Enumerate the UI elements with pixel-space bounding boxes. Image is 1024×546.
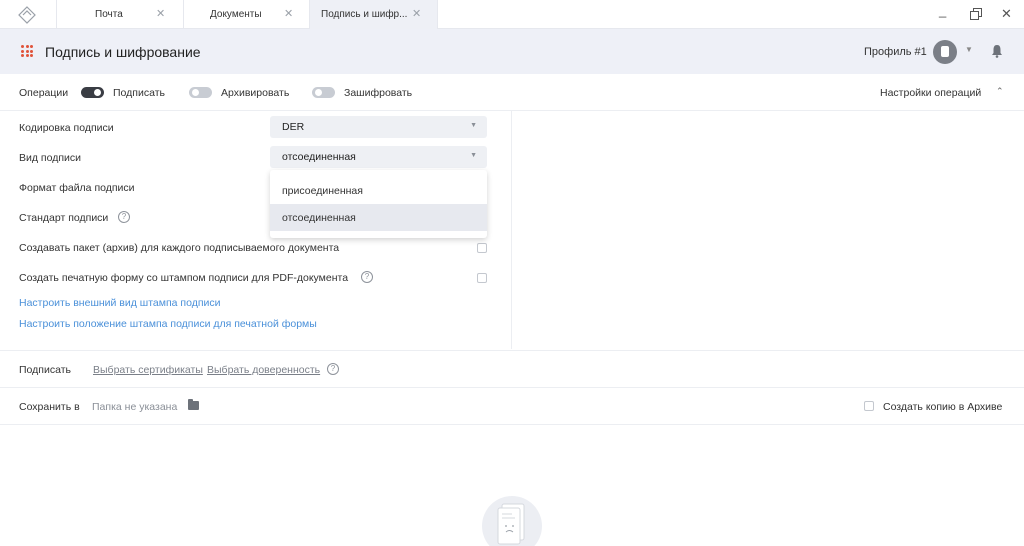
print-form-checkbox[interactable]: [477, 273, 487, 283]
chevron-down-icon[interactable]: ▼: [965, 45, 973, 54]
print-form-label: Создать печатную форму со штампом подпис…: [19, 272, 349, 284]
sign-toggle-label[interactable]: Подписать: [113, 87, 165, 99]
signature-type-dropdown: присоединенная отсоединенная: [270, 170, 487, 238]
stamp-position-link[interactable]: Настроить положение штампа подписи для п…: [19, 318, 317, 330]
app-logo-icon: [18, 6, 36, 24]
signature-type-label: Вид подписи: [19, 152, 82, 164]
chevron-down-icon: ▼: [470, 152, 477, 159]
operations-settings-link[interactable]: Настройки операций: [880, 87, 981, 99]
archive-copy-checkbox[interactable]: [864, 401, 874, 411]
tab-bar: Почта ✕ Документы ✕ Подпись и шифр... ✕ …: [0, 0, 1024, 29]
archive-toggle-label[interactable]: Архивировать: [221, 87, 289, 99]
help-icon[interactable]: ?: [327, 363, 339, 375]
encoding-label: Кодировка подписи: [19, 122, 114, 134]
folder-icon[interactable]: [188, 399, 199, 410]
file-format-label: Формат файла подписи: [19, 182, 135, 194]
option-label: присоединенная: [282, 185, 363, 197]
tab-label: Почта: [95, 9, 123, 20]
minimize-icon[interactable]: _: [939, 3, 946, 18]
chevron-up-icon[interactable]: ⌃: [996, 86, 1004, 97]
encrypt-toggle[interactable]: [312, 87, 335, 98]
sign-toggle[interactable]: [81, 87, 104, 98]
dropdown-option-attached[interactable]: присоединенная: [270, 177, 487, 204]
apps-grid-icon[interactable]: [21, 45, 33, 57]
archive-copy-label[interactable]: Создать копию в Архиве: [883, 401, 1002, 413]
tab-divider: [437, 0, 438, 29]
archive-toggle[interactable]: [189, 87, 212, 98]
sign-row: Подписать Выбрать сертификаты Выбрать до…: [0, 350, 1024, 388]
close-icon[interactable]: ✕: [284, 7, 293, 20]
chevron-down-icon: ▼: [470, 122, 477, 129]
save-row: Сохранить в Папка не указана Создать коп…: [0, 388, 1024, 425]
close-icon[interactable]: ✕: [156, 7, 165, 20]
restore-icon[interactable]: [970, 8, 982, 20]
package-label: Создавать пакет (архив) для каждого подп…: [19, 242, 340, 254]
operations-bar: Операции Подписать Архивировать Зашифров…: [0, 74, 1024, 111]
stamp-look-link[interactable]: Настроить внешний вид штампа подписи: [19, 297, 221, 309]
select-power-of-attorney-link[interactable]: Выбрать доверенность: [207, 364, 320, 376]
tab-sign-encrypt[interactable]: Подпись и шифр... ✕: [309, 0, 437, 29]
page-title: Подпись и шифрование: [45, 44, 201, 60]
standard-label: Стандарт подписи: [19, 212, 109, 224]
avatar[interactable]: [933, 40, 957, 64]
tab-label: Документы: [210, 9, 262, 20]
close-icon[interactable]: ✕: [412, 7, 421, 20]
package-checkbox[interactable]: [477, 243, 487, 253]
profile-name[interactable]: Профиль #1: [864, 46, 927, 58]
tab-documents[interactable]: Документы ✕: [183, 0, 309, 29]
dropdown-option-detached[interactable]: отсоединенная: [270, 204, 487, 231]
vertical-divider: [511, 111, 512, 349]
signature-type-select[interactable]: отсоединенная ▼: [270, 146, 487, 168]
help-icon[interactable]: ?: [361, 271, 373, 283]
tab-mail[interactable]: Почта ✕: [56, 0, 183, 29]
save-location-label: Сохранить в: [19, 401, 80, 413]
page-header: Подпись и шифрование Профиль #1 ▼: [0, 29, 1024, 74]
encoding-select[interactable]: DER ▼: [270, 116, 487, 138]
empty-state-icon: [482, 496, 542, 546]
sign-row-label: Подписать: [19, 364, 71, 376]
select-certificates-link[interactable]: Выбрать сертификаты: [93, 364, 203, 376]
bell-icon[interactable]: [991, 44, 1003, 58]
encoding-value: DER: [282, 121, 305, 133]
close-icon[interactable]: ✕: [1001, 6, 1012, 22]
signature-type-value: отсоединенная: [282, 151, 356, 163]
operations-label: Операции: [19, 87, 69, 99]
encrypt-toggle-label[interactable]: Зашифровать: [344, 87, 412, 99]
help-icon[interactable]: ?: [118, 211, 130, 223]
save-folder-value[interactable]: Папка не указана: [92, 401, 177, 413]
tab-label: Подпись и шифр...: [321, 9, 408, 20]
option-label: отсоединенная: [282, 212, 356, 224]
